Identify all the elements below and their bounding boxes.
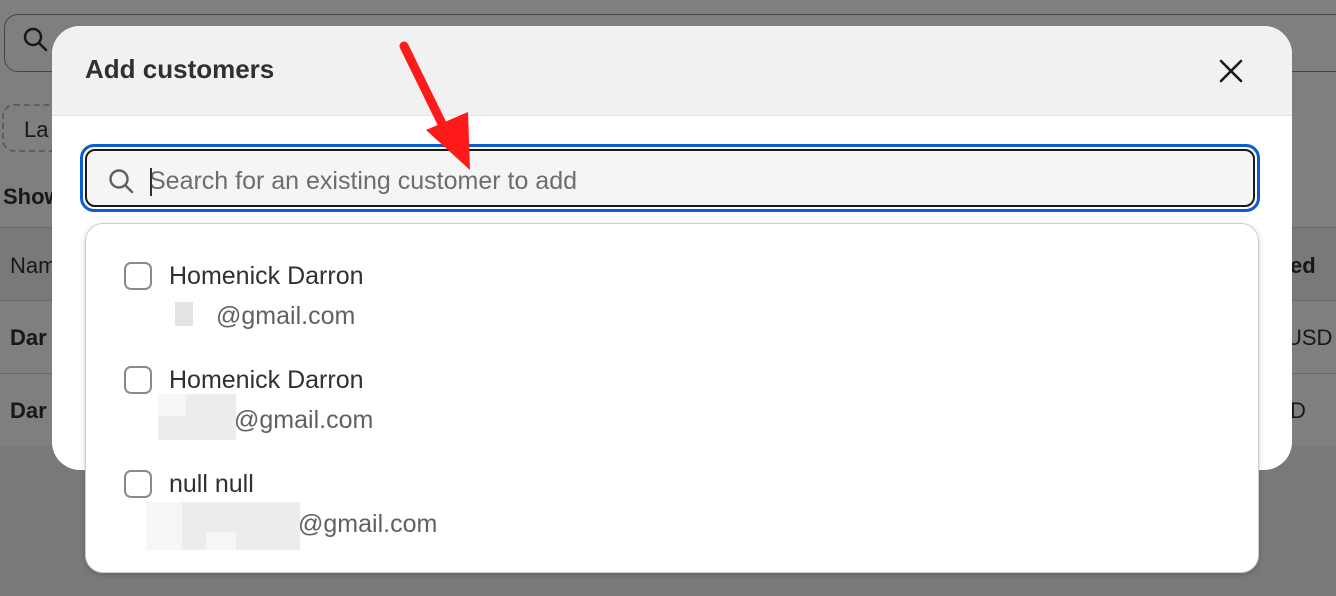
close-icon <box>1219 59 1243 83</box>
search-input[interactable] <box>149 161 1229 201</box>
customer-name: null null <box>169 470 254 498</box>
search-input-box[interactable] <box>85 149 1255 207</box>
customer-result-item[interactable]: Homenick Darron @gmail.com <box>86 328 1258 440</box>
search-results-dropdown: Homenick Darron @gmail.com Homenick Darr… <box>85 223 1259 573</box>
customer-checkbox[interactable] <box>124 470 152 498</box>
customer-name: Homenick Darron <box>169 262 364 290</box>
modal-header: Add customers <box>52 26 1292 116</box>
redacted-email-part <box>206 532 236 550</box>
close-button[interactable] <box>1212 52 1250 90</box>
customer-checkbox[interactable] <box>124 366 152 394</box>
modal-title: Add customers <box>85 54 275 84</box>
search-icon <box>109 169 134 194</box>
redacted-email-part <box>158 394 186 416</box>
customer-result-item[interactable]: Homenick Darron @gmail.com <box>86 224 1258 330</box>
redacted-email-part <box>175 302 193 326</box>
customer-name: Homenick Darron <box>169 366 364 394</box>
redacted-email-part <box>146 502 182 550</box>
text-caret <box>150 168 152 196</box>
customer-result-item[interactable]: null null @gmail.com <box>86 432 1258 550</box>
redacted-email-part <box>182 502 300 550</box>
customer-email: @gmail.com <box>234 406 374 434</box>
customer-email: @gmail.com <box>216 302 356 330</box>
customer-email: @gmail.com <box>298 510 438 538</box>
customer-search-field[interactable] <box>80 144 1260 212</box>
customer-checkbox[interactable] <box>124 262 152 290</box>
